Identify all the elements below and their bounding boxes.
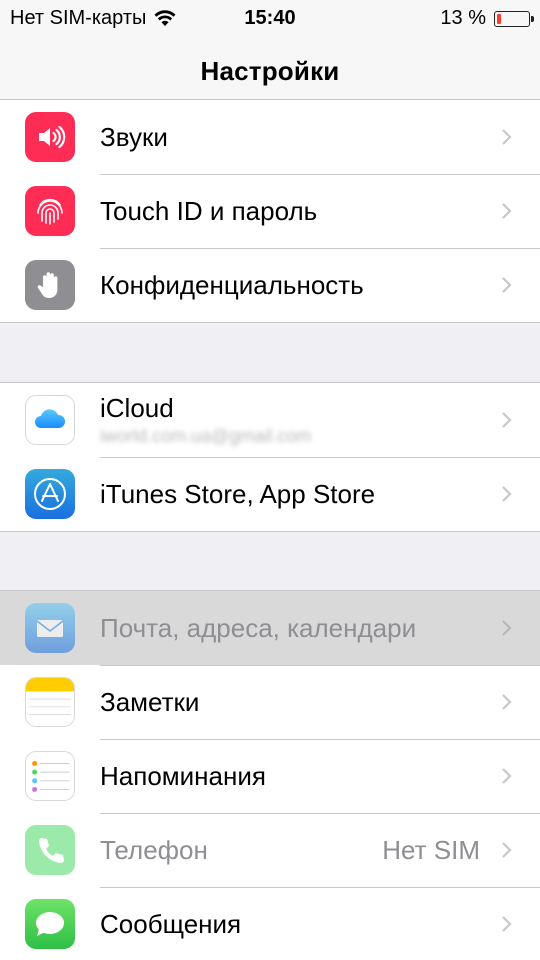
chevron-right-icon bbox=[502, 916, 512, 932]
row-mail-label: Почта, адреса, календари bbox=[100, 612, 417, 643]
chevron-right-icon bbox=[502, 842, 512, 858]
notes-icon bbox=[25, 677, 75, 727]
speaker-icon bbox=[25, 112, 75, 162]
row-touch-id-label: Touch ID и пароль bbox=[100, 195, 318, 226]
messages-icon bbox=[25, 899, 75, 949]
row-privacy-label: Конфиденциальность bbox=[100, 269, 364, 300]
battery-level-fill bbox=[497, 13, 501, 24]
row-icloud-label: iCloud bbox=[100, 393, 174, 423]
row-phone-label: Телефон bbox=[100, 834, 208, 865]
chevron-right-icon bbox=[502, 277, 512, 293]
row-messages-label: Сообщения bbox=[100, 908, 242, 939]
phone-icon bbox=[25, 825, 75, 875]
battery-percent: 13 % bbox=[440, 7, 486, 29]
row-sounds-label: Звуки bbox=[100, 121, 168, 152]
chevron-right-icon bbox=[502, 203, 512, 219]
mail-icon bbox=[25, 603, 75, 653]
battery-icon bbox=[494, 10, 534, 27]
row-privacy[interactable]: Конфиденциальность bbox=[0, 248, 540, 322]
row-touch-id[interactable]: Touch ID и пароль bbox=[0, 174, 540, 248]
chevron-right-icon bbox=[502, 768, 512, 784]
page-title: Настройки bbox=[200, 56, 340, 86]
row-notes[interactable]: Заметки bbox=[0, 665, 540, 739]
settings-group-2: iCloud iworld.com.ua@gmail.com iTunes St… bbox=[0, 382, 540, 532]
row-phone-value: Нет SIM bbox=[382, 834, 480, 865]
cloud-icon bbox=[25, 395, 75, 445]
app-store-icon bbox=[25, 469, 75, 519]
chevron-right-icon bbox=[502, 620, 512, 636]
chevron-right-icon bbox=[502, 486, 512, 502]
reminders-icon bbox=[25, 751, 75, 801]
settings-group-1: Звуки Touch ID и пароль Конфиденциальнос… bbox=[0, 99, 540, 323]
row-messages[interactable]: Сообщения bbox=[0, 887, 540, 960]
settings-screen: Нет SIM-карты 15:40 13 % Настройки Звуки… bbox=[0, 0, 540, 960]
row-itunes[interactable]: iTunes Store, App Store bbox=[0, 457, 540, 531]
settings-group-3: Почта, адреса, календари Заметки Напомин… bbox=[0, 590, 540, 960]
status-bar: Нет SIM-карты 15:40 13 % bbox=[0, 0, 540, 36]
row-sounds[interactable]: Звуки bbox=[0, 100, 540, 174]
row-reminders[interactable]: Напоминания bbox=[0, 739, 540, 813]
row-reminders-label: Напоминания bbox=[100, 760, 266, 791]
row-mail[interactable]: Почта, адреса, календари bbox=[0, 591, 540, 665]
row-icloud-account: iworld.com.ua@gmail.com bbox=[100, 426, 312, 446]
row-phone[interactable]: Телефон Нет SIM bbox=[0, 813, 540, 887]
row-itunes-label: iTunes Store, App Store bbox=[100, 478, 376, 509]
row-notes-label: Заметки bbox=[100, 686, 200, 717]
hand-icon bbox=[25, 260, 75, 310]
chevron-right-icon bbox=[502, 412, 512, 428]
fingerprint-icon bbox=[25, 186, 75, 236]
chevron-right-icon bbox=[502, 694, 512, 710]
row-icloud[interactable]: iCloud iworld.com.ua@gmail.com bbox=[0, 383, 540, 457]
top-bar: Нет SIM-карты 15:40 13 % Настройки bbox=[0, 0, 540, 109]
battery-info: 13 % bbox=[440, 7, 534, 30]
chevron-right-icon bbox=[502, 129, 512, 145]
